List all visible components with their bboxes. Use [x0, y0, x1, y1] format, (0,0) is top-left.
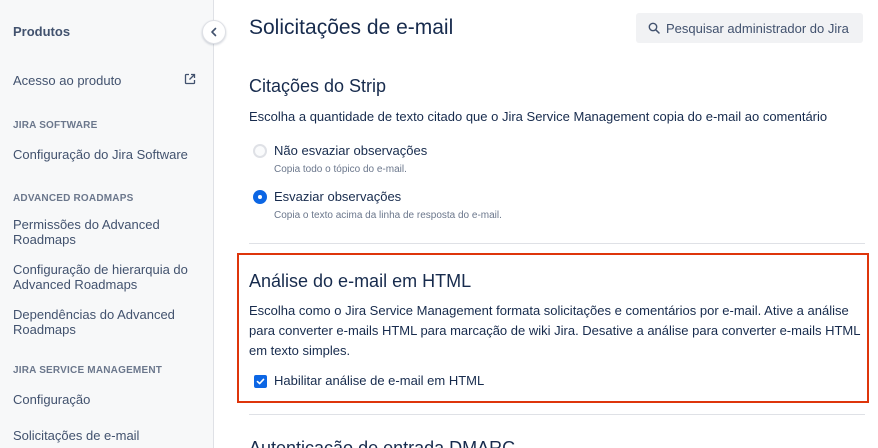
search-jira-admin-button[interactable]: Pesquisar administrador do Jira: [636, 13, 863, 43]
radio-dont-strip-label[interactable]: Não esvaziar observações: [274, 143, 427, 158]
radio-strip[interactable]: [253, 190, 267, 204]
page-title: Solicitações de e-mail: [249, 16, 454, 39]
radio-dont-strip-help: Copia todo o tópico do e-mail.: [274, 164, 407, 175]
sidebar-section-advanced-roadmaps: ADVANCED ROADMAPS: [13, 193, 134, 204]
radio-strip-label[interactable]: Esvaziar observações: [274, 189, 401, 204]
search-icon: [648, 22, 660, 34]
sidebar: Produtos Acesso ao produto JIRA SOFTWARE…: [0, 0, 214, 448]
sidebar-item-advanced-roadmaps-permissions[interactable]: Permissões do Advanced Roadmaps: [13, 217, 183, 247]
sidebar-item-advanced-roadmaps-dependencies[interactable]: Dependências do Advanced Roadmaps: [13, 307, 183, 337]
sidebar-item-product-access[interactable]: Acesso ao produto: [13, 73, 203, 88]
sidebar-section-jira-software: JIRA SOFTWARE: [13, 120, 98, 131]
sidebar-item-hierarchy-config[interactable]: Configuração de hierarquia do Advanced R…: [13, 262, 198, 292]
sidebar-section-jsm: JIRA SERVICE MANAGEMENT: [13, 365, 163, 376]
highlight-box: [237, 253, 869, 403]
strip-quotes-description: Escolha a quantidade de texto citado que…: [249, 109, 828, 124]
sidebar-item-jira-software-config[interactable]: Configuração do Jira Software: [13, 147, 203, 162]
section-divider: [249, 243, 865, 244]
external-link-icon[interactable]: [184, 73, 196, 85]
radio-strip-help: Copia o texto acima da linha de resposta…: [274, 210, 502, 221]
section-divider: [249, 414, 865, 415]
radio-dont-strip[interactable]: [253, 144, 267, 158]
collapse-sidebar-button[interactable]: [202, 20, 226, 44]
dmarc-heading: Autenticação de entrada DMARC: [249, 438, 516, 448]
sidebar-item-jsm-config[interactable]: Configuração: [13, 392, 203, 407]
strip-quotes-heading: Citações do Strip: [249, 76, 387, 96]
chevron-left-icon: [211, 27, 217, 37]
search-button-label: Pesquisar administrador do Jira: [666, 20, 849, 36]
sidebar-title: Produtos: [13, 24, 71, 39]
sidebar-item-email-requests[interactable]: Solicitações de e-mail: [13, 428, 203, 443]
